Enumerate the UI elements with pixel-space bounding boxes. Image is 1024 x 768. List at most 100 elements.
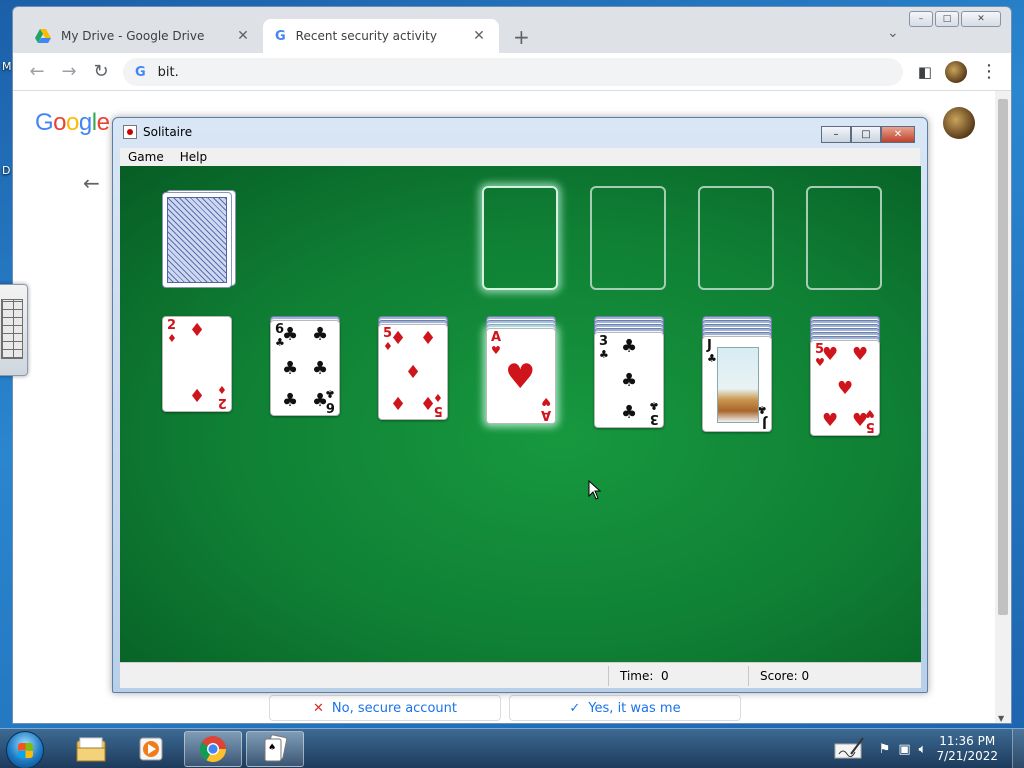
window-title: Solitaire <box>143 125 193 139</box>
mouse-cursor-icon <box>588 480 602 500</box>
card-suit-icon: ♦ <box>217 383 227 396</box>
tab-close-icon[interactable]: ✕ <box>471 28 487 44</box>
google-logo[interactable]: Google <box>35 109 110 137</box>
profile-avatar[interactable] <box>945 61 967 83</box>
tableau-card[interactable]: 3 ♣ 3 ♣ ♣ ♣ ♣ <box>594 332 664 428</box>
windows-explorer-icon[interactable] <box>62 731 120 767</box>
address-bar[interactable]: G bit. <box>123 58 903 86</box>
address-bar-text: bit. <box>157 64 179 80</box>
tablet-pen-icon[interactable] <box>833 736 867 762</box>
card-pip-icon: ♣ <box>312 390 329 411</box>
minimize-button[interactable]: – <box>821 126 851 143</box>
stock-pile-top[interactable] <box>162 192 232 288</box>
foundation-slot[interactable] <box>482 186 558 290</box>
card-pip-icon: ♦ <box>189 386 206 407</box>
foundation-slot[interactable] <box>590 186 666 290</box>
tab-close-icon[interactable]: ✕ <box>235 28 251 44</box>
minimize-button[interactable]: – <box>909 11 933 27</box>
media-player-icon[interactable] <box>122 731 180 767</box>
tab-search-button[interactable]: ⌄ <box>887 25 899 41</box>
button-label: No, secure account <box>331 700 457 716</box>
google-drive-icon <box>35 29 51 43</box>
scrollbar-thumb[interactable] <box>998 99 1008 615</box>
card-pip-icon: ♦ <box>189 320 206 341</box>
action-center-icon[interactable]: ⚑ <box>879 742 891 757</box>
account-avatar[interactable] <box>943 107 975 139</box>
card-rank: J ♣ <box>707 338 717 365</box>
card-pip-icon: ♣ <box>282 358 299 379</box>
solitaire-titlebar[interactable]: Solitaire <box>113 118 927 146</box>
maximize-button[interactable]: □ <box>935 11 959 27</box>
solitaire-window: Solitaire – □ ✕ Game Help 2 ♦ 2 ♦ ♦ ♦ 6 ♣ 6 ♣ ♣ ♣ ♣ ♣… <box>112 117 928 693</box>
tableau-card[interactable]: 6 ♣ 6 ♣ ♣ ♣ ♣ ♣ ♣ ♣ <box>270 320 340 416</box>
solitaire-menubar: Game Help <box>120 148 920 166</box>
it-was-me-button[interactable]: ✓ Yes, it was me <box>509 695 741 721</box>
card-suit-icon: ♣ <box>707 352 717 365</box>
desktop-icon-label[interactable]: D <box>2 164 10 177</box>
button-label: Yes, it was me <box>588 700 681 716</box>
card-rank: 2 ♦ <box>217 383 227 410</box>
tab-recent-security-activity[interactable]: G Recent security activity ✕ <box>263 19 499 53</box>
logo-letter: e <box>96 109 110 136</box>
tableau-card[interactable]: A ♥ A ♥ ♥ <box>486 328 556 424</box>
game-board[interactable]: 2 ♦ 2 ♦ ♦ ♦ 6 ♣ 6 ♣ ♣ ♣ ♣ ♣ ♣ ♣ 5 ♦ 5 ♦ ♦ ♦ ♦ ♦ ♦ A ♥ A ♥ ♥ 3 ♣ 3 ♣ ♣ ♣ ♣ J ♣ J… <box>120 166 921 662</box>
card-rank: A ♥ <box>540 395 551 422</box>
card-suit-icon: ♣ <box>599 348 609 361</box>
start-button[interactable] <box>6 731 44 768</box>
volume-icon[interactable]: 🔈︎ <box>919 742 927 757</box>
logo-letter: o <box>53 109 67 136</box>
page-scrollbar[interactable]: ▼ <box>995 91 1011 723</box>
card-pip-icon: ♦ <box>390 328 407 349</box>
new-tab-button[interactable]: + <box>513 25 530 49</box>
tableau-card[interactable]: J ♣ J ♣ <box>702 336 772 432</box>
foundation-slot[interactable] <box>698 186 774 290</box>
menu-game[interactable]: Game <box>120 150 172 164</box>
clock[interactable]: 11:36 PM 7/21/2022 <box>936 734 998 764</box>
chrome-icon[interactable] <box>184 731 242 767</box>
scroll-down-icon[interactable]: ▼ <box>998 714 1004 723</box>
card-pip-icon: ♣ <box>621 336 638 357</box>
close-button[interactable]: ✕ <box>881 126 915 143</box>
card-rank: 3 ♣ <box>599 334 609 361</box>
card-pip-icon: ♦ <box>420 394 437 415</box>
reload-icon[interactable]: ↻ <box>91 62 111 82</box>
back-arrow-icon[interactable]: ← <box>27 62 47 82</box>
tableau-card[interactable]: 2 ♦ 2 ♦ ♦ ♦ <box>162 316 232 412</box>
card-pip-icon: ♥ <box>822 410 839 431</box>
desktop-gadget[interactable] <box>0 284 28 376</box>
tab-my-drive[interactable]: My Drive - Google Drive ✕ <box>23 19 263 53</box>
menu-kebab-icon[interactable]: ⋮ <box>979 62 999 82</box>
maximize-button[interactable]: □ <box>851 126 881 143</box>
time-label: Time: <box>620 669 654 683</box>
score-label: Score: 0 <box>760 669 810 683</box>
card-rank: 3 ♣ <box>649 399 659 426</box>
menu-help[interactable]: Help <box>172 150 215 164</box>
show-desktop-button[interactable] <box>1012 729 1024 768</box>
tableau-card[interactable]: 5 ♥ 5 ♥ ♥ ♥ ♥ ♥ ♥ <box>810 340 880 436</box>
back-arrow-icon[interactable]: ← <box>83 171 100 195</box>
secure-account-button[interactable]: ✕ No, secure account <box>269 695 501 721</box>
side-panel-icon[interactable]: ◧ <box>915 62 935 82</box>
tableau-card[interactable]: 5 ♦ 5 ♦ ♦ ♦ ♦ ♦ ♦ <box>378 324 448 420</box>
svg-text:♠: ♠ <box>268 743 276 753</box>
network-icon[interactable]: ▣ <box>898 742 910 757</box>
check-icon: ✓ <box>569 700 581 716</box>
close-button[interactable]: ✕ <box>961 11 1001 27</box>
solitaire-icon[interactable]: ♠ <box>246 731 304 767</box>
card-pip-icon: ♥ <box>822 344 839 365</box>
card-pip-icon: ♥ <box>852 410 869 431</box>
card-rank: 2 ♦ <box>167 318 177 345</box>
jack-illustration <box>717 347 759 423</box>
desktop-icon-label[interactable]: M <box>2 60 12 73</box>
card-suit-icon: ♥ <box>491 344 501 357</box>
status-separator <box>608 666 609 686</box>
card-pip-icon: ♦ <box>420 328 437 349</box>
window-controls: – □ ✕ <box>909 11 1001 27</box>
card-pip-icon: ♣ <box>621 402 638 423</box>
card-pip-icon: ♦ <box>405 362 422 383</box>
tab-title: My Drive - Google Drive <box>61 29 205 43</box>
foundation-slot[interactable] <box>806 186 882 290</box>
forward-arrow-icon[interactable]: → <box>59 62 79 82</box>
tab-strip: My Drive - Google Drive ✕ G Recent secur… <box>13 7 1011 53</box>
solitaire-app-icon <box>123 125 137 139</box>
